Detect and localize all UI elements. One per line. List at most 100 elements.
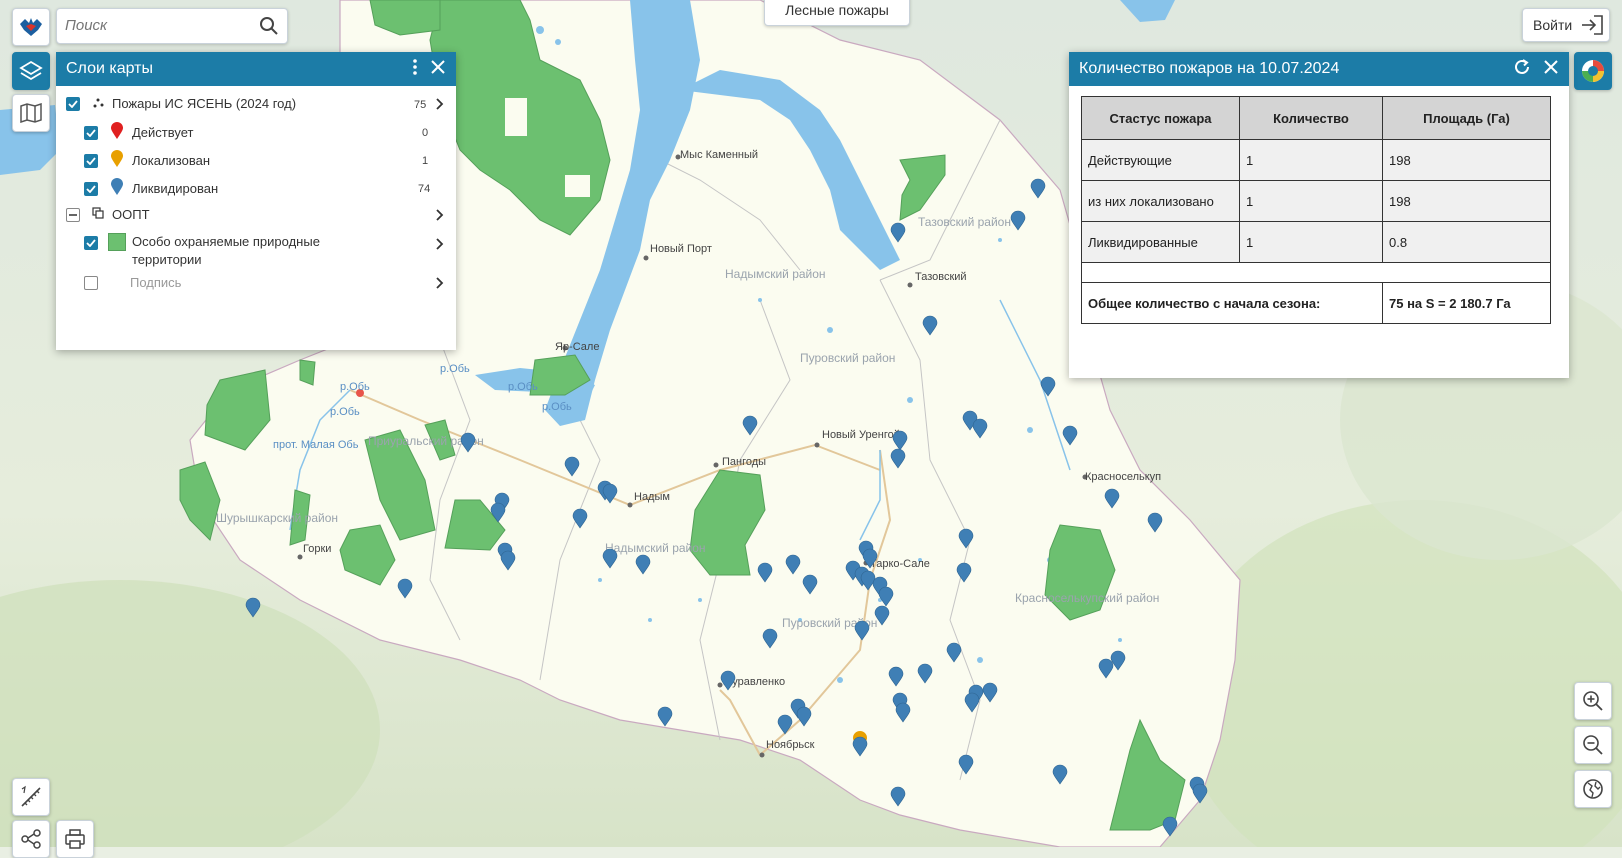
place-label: Пангоды (722, 456, 766, 468)
globe-icon (1583, 779, 1603, 799)
layer-count: 0 (422, 127, 429, 139)
layers-panel-title: Слои карты (66, 60, 153, 77)
table-cell: из них локализовано (1081, 180, 1240, 222)
layer-label: Подпись (130, 275, 182, 290)
district-label: Шурышкарский район (216, 511, 338, 525)
logo-icon (20, 18, 42, 36)
layer-count: 75 (414, 99, 427, 111)
measure-button[interactable] (12, 778, 50, 816)
layers-panel-header: Слои карты (56, 52, 456, 86)
river-label: р.Обь (542, 401, 572, 413)
place-label: Красноселькуп (1085, 471, 1161, 483)
layers-panel: Слои карты Пожары ИС ЯСЕНЬ (2024 год) 75… (56, 52, 456, 350)
place-label: Новый Порт (650, 243, 712, 255)
layer-checkbox[interactable] (84, 125, 98, 140)
points-icon (92, 96, 104, 111)
layer-row-caption[interactable]: Подпись (84, 275, 181, 290)
layer-row-oopt[interactable]: ООПТ (66, 207, 150, 222)
logo-button[interactable] (12, 8, 50, 46)
marker-red-icon (110, 122, 124, 143)
layer-checkbox[interactable] (84, 236, 98, 250)
table-cell: 198 (1382, 180, 1551, 222)
group-collapse-toggle[interactable] (66, 207, 80, 222)
table-cell: 198 (1382, 139, 1551, 181)
table-cell: Действующие (1081, 139, 1240, 181)
place-label: Новый Уренгой (822, 429, 900, 441)
layers-icon (19, 60, 43, 81)
place-label: Тарко-Сале (870, 558, 930, 570)
login-button[interactable]: Войти (1522, 8, 1610, 42)
zoom-out-icon (1583, 735, 1603, 755)
marker-blue-icon (110, 178, 124, 199)
zoom-out-button[interactable] (1574, 726, 1612, 764)
place-label: Яр-Сале (555, 341, 599, 353)
layer-label: Действует (132, 125, 194, 140)
close-icon[interactable] (1543, 59, 1559, 80)
layers-button[interactable] (12, 52, 50, 90)
table-cell: 1 (1239, 180, 1383, 222)
layer-label: Локализован (132, 153, 211, 168)
table-cell: Ликвидированные (1081, 221, 1240, 263)
place-label: Мыс Каменный (680, 149, 758, 161)
search-input[interactable] (57, 9, 263, 41)
login-icon (1582, 15, 1603, 35)
place-label: Тазовский (915, 271, 967, 283)
close-icon[interactable] (430, 59, 446, 80)
layer-row-protected[interactable]: Особо охраняемые природные территории (84, 233, 342, 269)
zoom-in-button[interactable] (1574, 682, 1612, 720)
more-icon[interactable] (412, 58, 418, 81)
layer-row-localized[interactable]: Локализован (84, 150, 210, 171)
chevron-right-icon[interactable] (436, 208, 444, 226)
column-header: Стастус пожара (1081, 96, 1240, 140)
protected-area (299, 359, 316, 386)
river-label: р.Обь (340, 381, 370, 393)
district-label: Красноселькупский район (1015, 591, 1159, 605)
table-total-row: Общее количество с начала сезона: 75 на … (1081, 282, 1551, 324)
layer-label: Ликвидирован (132, 181, 219, 196)
group-icon (92, 207, 104, 222)
chevron-right-icon[interactable] (436, 276, 444, 294)
table-cell: 1 (1239, 221, 1383, 263)
chevron-right-icon[interactable] (436, 237, 444, 255)
river-label: р.Обь (440, 363, 470, 375)
layer-row-extinguished[interactable]: Ликвидирован (84, 178, 218, 199)
refresh-icon[interactable] (1513, 58, 1531, 81)
search-box[interactable] (56, 8, 288, 44)
stats-button[interactable] (1574, 52, 1612, 90)
layer-checkbox[interactable] (84, 153, 98, 168)
layer-row-active[interactable]: Действует (84, 122, 193, 143)
share-button[interactable] (12, 820, 50, 858)
print-button[interactable] (56, 820, 94, 858)
basemap-button[interactable] (12, 94, 50, 132)
fire-stats-panel: Количество пожаров на 10.07.2024 Стастус… (1069, 52, 1569, 378)
layer-checkbox[interactable] (84, 181, 98, 196)
column-header: Количество (1239, 96, 1383, 140)
table-row: Ликвидированные 1 0.8 (1081, 221, 1551, 263)
fire-stats-table: Стастус пожара Количество Площадь (Га) Д… (1081, 96, 1551, 324)
river-label: прот. Малая Обь (273, 439, 359, 451)
forest-fires-tab[interactable]: Лесные пожары (764, 0, 910, 26)
search-icon[interactable] (259, 16, 279, 41)
table-row: из них локализовано 1 198 (1081, 180, 1551, 222)
protected-area-swatch-icon (108, 233, 126, 251)
map-icon (20, 103, 42, 123)
district-label: Пуровский район (800, 351, 895, 365)
table-cell: 1 (1239, 139, 1383, 181)
ruler-icon (21, 785, 41, 807)
district-label: Надымский район (725, 267, 826, 281)
fire-stats-icon (1582, 60, 1604, 82)
place-label: Надым (634, 491, 670, 503)
stats-panel-header: Количество пожаров на 10.07.2024 (1069, 52, 1569, 86)
layer-label: Особо охраняемые природные территории (132, 234, 320, 267)
full-extent-button[interactable] (1574, 770, 1612, 808)
layer-label: Пожары ИС ЯСЕНЬ (2024 год) (112, 96, 297, 111)
column-header: Площадь (Га) (1382, 96, 1551, 140)
layer-checkbox[interactable] (66, 96, 80, 111)
layer-count: 1 (422, 155, 429, 167)
table-row: Действующие 1 198 (1081, 139, 1551, 181)
chevron-right-icon[interactable] (436, 97, 444, 115)
forest-fires-tab-label: Лесные пожары (785, 2, 889, 18)
layer-checkbox[interactable] (84, 275, 98, 290)
layer-row-fires[interactable]: Пожары ИС ЯСЕНЬ (2024 год) (66, 96, 296, 111)
total-value: 75 на S = 2 180.7 Га (1382, 282, 1551, 324)
